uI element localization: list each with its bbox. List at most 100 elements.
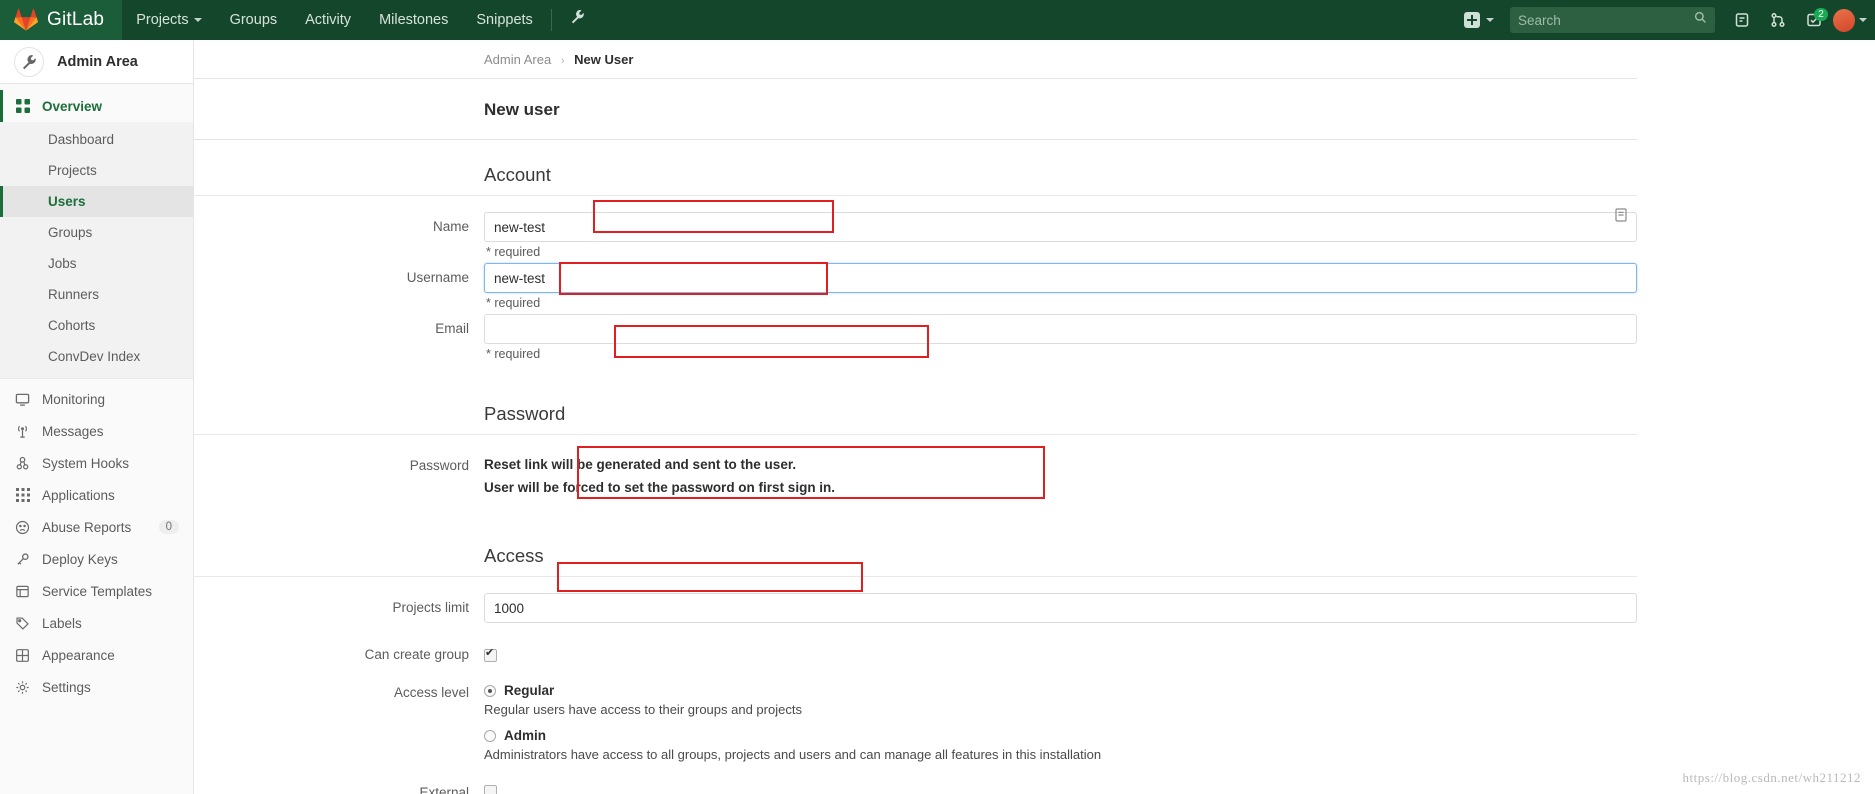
sidebar-item-abuse-reports[interactable]: Abuse Reports 0 — [0, 511, 193, 543]
nav-groups[interactable]: Groups — [216, 0, 292, 40]
sidebar-title: Admin Area — [57, 53, 138, 70]
email-input[interactable] — [484, 314, 1637, 344]
chevron-down-icon — [1859, 18, 1867, 22]
sidebar-item-label: Settings — [42, 679, 91, 695]
password-note-line-2: User will be forced to set the password … — [484, 480, 836, 495]
sidebar-item-label: Labels — [42, 615, 82, 631]
applications-grid-icon — [14, 488, 31, 502]
sidebar-item-label: Runners — [48, 287, 100, 302]
sidebar-header[interactable]: Admin Area — [0, 40, 193, 84]
user-menu-button[interactable] — [1833, 0, 1867, 40]
new-item-button[interactable] — [1458, 0, 1500, 40]
chevron-down-icon — [1486, 18, 1494, 22]
sidebar-overview-section: Overview Dashboard Projects Users Groups… — [0, 84, 193, 379]
regular-label: Regular — [504, 683, 555, 698]
name-input[interactable] — [484, 212, 1637, 242]
wrench-icon — [570, 0, 585, 40]
plus-square-icon — [1464, 12, 1480, 28]
sidebar-item-projects[interactable]: Projects — [0, 155, 193, 186]
sidebar-item-appearance[interactable]: Appearance — [0, 639, 193, 671]
sidebar-item-overview[interactable]: Overview — [0, 90, 193, 122]
avatar — [1833, 8, 1855, 32]
sidebar-item-label: Service Templates — [42, 583, 153, 599]
nav-projects[interactable]: Projects — [122, 0, 215, 40]
sidebar-item-label: Abuse Reports — [42, 519, 132, 535]
username-input[interactable] — [484, 263, 1637, 293]
regular-description: Regular users have access to their group… — [484, 702, 802, 717]
autofill-icon[interactable] — [1615, 208, 1627, 225]
search-input[interactable]: Search — [1510, 7, 1715, 33]
top-navbar: GitLab Projects Groups Activity Mileston… — [0, 0, 1875, 40]
password-label: Password — [409, 458, 469, 473]
primary-nav: Projects Groups Activity Milestones Snip… — [122, 0, 599, 40]
search-icon — [1694, 11, 1707, 29]
sidebar-item-label: ConvDev Index — [48, 349, 141, 364]
sidebar-item-label: System Hooks — [42, 455, 130, 471]
gitlab-home-link[interactable]: GitLab — [0, 0, 123, 40]
hook-icon — [14, 456, 31, 471]
sidebar-item-applications[interactable]: Applications — [0, 479, 193, 511]
sidebar-item-cohorts[interactable]: Cohorts — [0, 310, 193, 341]
sidebar-item-label: Cohorts — [48, 318, 96, 333]
sidebar-item-dashboard[interactable]: Dashboard — [0, 124, 193, 155]
sidebar-item-groups[interactable]: Groups — [0, 217, 193, 248]
sidebar-item-label: Applications — [42, 487, 115, 503]
todos-button[interactable]: 2 — [1797, 0, 1831, 40]
username-help: * required — [486, 296, 541, 310]
breadcrumb-current: New User — [574, 52, 634, 67]
breadcrumb: Admin Area › New User — [194, 40, 1637, 79]
merge-request-icon[interactable] — [1761, 0, 1795, 40]
breadcrumb-root[interactable]: Admin Area — [484, 52, 551, 67]
page-title: New user — [194, 79, 1637, 140]
form-row-password: Password Reset link will be generated an… — [194, 451, 1875, 497]
sidebar-main-items: Monitoring Messages System Hooks Applica… — [0, 379, 193, 703]
sidebar-item-messages[interactable]: Messages — [0, 415, 193, 447]
sidebar-item-runners[interactable]: Runners — [0, 279, 193, 310]
section-password-heading: Password — [194, 379, 1637, 435]
sidebar-item-label: Projects — [48, 163, 97, 178]
issues-icon[interactable] — [1725, 0, 1759, 40]
gear-icon — [14, 680, 31, 695]
admin-description: Administrators have access to all groups… — [484, 747, 1102, 762]
grid-overview-icon — [14, 99, 31, 113]
external-checkbox[interactable] — [484, 785, 497, 794]
sidebar-item-label: Messages — [42, 423, 104, 439]
admin-sidebar: Admin Area Overview Dashboard Projects U… — [0, 40, 194, 794]
admin-label: Admin — [504, 728, 546, 743]
sidebar-item-monitoring[interactable]: Monitoring — [0, 383, 193, 415]
sidebar-item-convdev-index[interactable]: ConvDev Index — [0, 341, 193, 372]
access-level-option-regular[interactable]: Regular — [484, 683, 1637, 698]
sidebar-item-label: Appearance — [42, 647, 115, 663]
form-row-email: Email * required — [194, 314, 1875, 361]
access-level-option-admin[interactable]: Admin — [484, 728, 1637, 743]
sidebar-item-jobs[interactable]: Jobs — [0, 248, 193, 279]
name-help: * required — [486, 245, 541, 259]
email-label: Email — [435, 321, 469, 336]
regular-radio[interactable] — [484, 684, 496, 697]
main-content: Admin Area › New User New user Account N… — [194, 40, 1875, 794]
sidebar-item-system-hooks[interactable]: System Hooks — [0, 447, 193, 479]
username-label: Username — [406, 270, 469, 285]
sidebar-item-label: Users — [48, 194, 86, 209]
nav-snippets[interactable]: Snippets — [462, 0, 546, 40]
projects-limit-label: Projects limit — [392, 600, 469, 615]
can-create-group-checkbox[interactable] — [484, 646, 497, 662]
sidebar-item-labels[interactable]: Labels — [0, 607, 193, 639]
admin-radio[interactable] — [484, 729, 496, 742]
sidebar-item-users[interactable]: Users — [0, 186, 193, 217]
sidebar-item-service-templates[interactable]: Service Templates — [0, 575, 193, 607]
sidebar-item-label: Overview — [42, 98, 103, 114]
nav-milestones[interactable]: Milestones — [365, 0, 462, 40]
sidebar-item-deploy-keys[interactable]: Deploy Keys — [0, 543, 193, 575]
nav-activity[interactable]: Activity — [291, 0, 365, 40]
form-row-username: Username * required — [194, 263, 1875, 310]
key-icon — [14, 552, 31, 567]
wrench-icon — [14, 46, 44, 77]
nav-projects-label: Projects — [136, 12, 189, 28]
projects-limit-input[interactable] — [484, 593, 1637, 623]
sidebar-item-settings[interactable]: Settings — [0, 671, 193, 703]
gitlab-tanuki-icon — [14, 8, 38, 32]
admin-area-button[interactable] — [556, 0, 599, 40]
sidebar-item-label: Monitoring — [42, 391, 106, 407]
broadcast-icon — [14, 424, 31, 439]
